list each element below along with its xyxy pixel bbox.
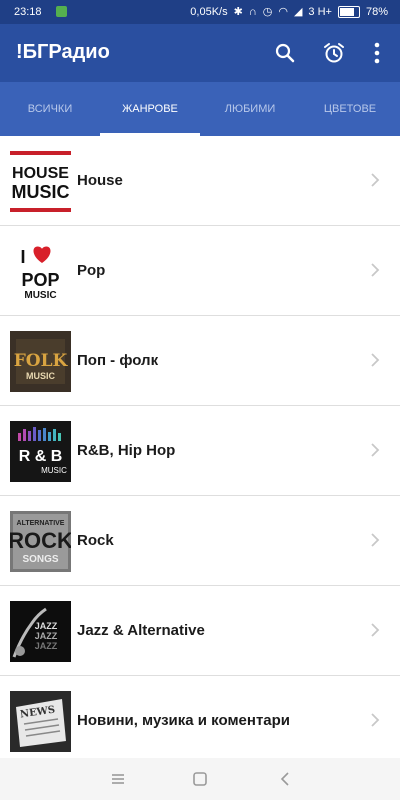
signal-icon: ◢ (293, 6, 303, 18)
system-nav-bar (0, 758, 400, 800)
jazz-thumbnail: JAZZ JAZZ JAZZ (10, 601, 71, 662)
home-square-icon[interactable] (190, 769, 210, 789)
list-item-rock[interactable]: ALTERNATIVE ROCK SONGS Rock (0, 496, 400, 586)
rnb-music-thumbnail: R & B MUSIC (10, 421, 71, 482)
bluetooth-icon: ✱ (233, 6, 243, 18)
thumb-text: ALTERNATIVE (17, 520, 65, 527)
headset-icon: ∩ (248, 5, 257, 18)
chevron-right-icon (371, 353, 380, 367)
more-vertical-icon[interactable] (363, 39, 391, 67)
chevron-right-icon (371, 713, 380, 727)
thumb-text: JAZZ (35, 621, 58, 631)
list-item-jazz[interactable]: JAZZ JAZZ JAZZ Jazz & Alternative (0, 586, 400, 676)
genre-label: Новини, музика и коментари (77, 712, 291, 729)
list-item-news[interactable]: NEWS Новини, музика и коментари (0, 676, 400, 766)
news-thumbnail: NEWS (10, 691, 71, 752)
thumb-text: JAZZ (35, 631, 58, 641)
thumb-text: MUSIC (12, 182, 70, 202)
alarm-clock-icon[interactable] (320, 39, 348, 67)
tab-genres[interactable]: ЖАНРОВЕ (100, 82, 200, 136)
chevron-right-icon (371, 263, 380, 277)
thumb-text: SONGS (22, 554, 58, 565)
menu-icon[interactable] (108, 769, 128, 789)
pop-music-thumbnail: I POP MUSIC (10, 241, 71, 302)
app-title: !БГРадио (16, 41, 110, 63)
thumb-text: FOLK (14, 351, 69, 371)
genre-label: Jazz & Alternative (77, 622, 205, 639)
chevron-right-icon (371, 443, 380, 457)
thumb-text: HOUSE (12, 165, 69, 182)
chevron-right-icon (371, 623, 380, 637)
thumb-text: ROCK (10, 528, 71, 553)
genre-label: Поп - фолк (77, 352, 159, 369)
battery-label: 78% (365, 5, 388, 18)
thumb-text: R & B (19, 448, 63, 465)
search-icon[interactable] (271, 39, 299, 67)
thumb-text: MUSIC (24, 290, 56, 301)
chevron-right-icon (371, 533, 380, 547)
tab-colors[interactable]: ЦВЕТОВЕ (300, 82, 400, 136)
tab-all[interactable]: ВСИЧКИ (0, 82, 100, 136)
clock-icon: ◷ (262, 6, 273, 18)
tab-bar: ВСИЧКИ ЖАНРОВЕ ЛЮБИМИ ЦВЕТОВЕ (0, 82, 400, 136)
list-item-pop-folk[interactable]: FOLK MUSIC Поп - фолк (0, 316, 400, 406)
notification-icon (56, 6, 67, 17)
thumb-text: JAZZ (35, 641, 58, 651)
list-item-rnb-hiphop[interactable]: R & B MUSIC R&B, Hip Hop (0, 406, 400, 496)
app-bar: !БГРадио (0, 24, 400, 82)
genre-label: House (77, 172, 123, 189)
folk-music-thumbnail: FOLK MUSIC (10, 331, 71, 392)
genre-label: Rock (77, 532, 114, 549)
genre-label: Pop (77, 262, 106, 279)
carrier-label: 3 H+ (308, 5, 332, 18)
status-right: 0,05K/s ✱ ∩ ◷ ◠ ◢ 3 H+ 78% (190, 5, 388, 18)
back-chevron-icon[interactable] (275, 769, 295, 789)
house-music-thumbnail: HOUSE MUSIC (10, 151, 71, 212)
rock-songs-thumbnail: ALTERNATIVE ROCK SONGS (10, 511, 71, 572)
network-speed: 0,05K/s (190, 5, 228, 18)
list-item-house[interactable]: HOUSE MUSIC House (0, 136, 400, 226)
battery-fill (339, 7, 354, 16)
wifi-icon: ◠ (278, 6, 288, 18)
list-item-pop[interactable]: I POP MUSIC Pop (0, 226, 400, 316)
chevron-right-icon (371, 173, 380, 187)
tab-favorites[interactable]: ЛЮБИМИ (200, 82, 300, 136)
status-time: 23:18 (14, 6, 42, 18)
genre-list: HOUSE MUSIC House I POP MUSIC Pop FOLK M… (0, 136, 400, 766)
status-bar: 23:18 0,05K/s ✱ ∩ ◷ ◠ ◢ 3 H+ 78% (0, 0, 400, 24)
thumb-text: MUSIC (26, 371, 56, 381)
thumb-text: MUSIC (41, 466, 67, 475)
thumb-text: I (20, 247, 25, 267)
battery-icon (337, 5, 360, 18)
thumb-text: POP (21, 270, 59, 290)
genre-label: R&B, Hip Hop (77, 442, 176, 459)
